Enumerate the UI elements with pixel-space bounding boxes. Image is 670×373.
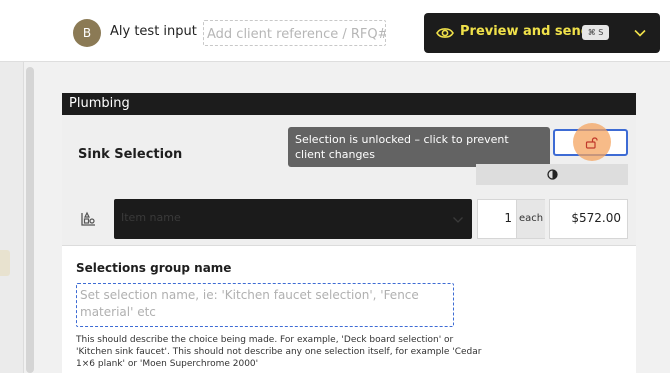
lock-tooltip: Selection is unlocked – click to prevent… bbox=[288, 127, 550, 167]
group-name-input[interactable]: Set selection name, ie: 'Kitchen faucet … bbox=[76, 283, 454, 327]
item-category-icon bbox=[81, 211, 95, 226]
client-name[interactable]: Aly test input bbox=[110, 24, 197, 39]
scrollbar[interactable] bbox=[26, 67, 34, 373]
unit-label: each bbox=[517, 199, 545, 239]
eye-icon bbox=[436, 28, 454, 38]
contrast-toggle[interactable] bbox=[476, 164, 628, 185]
contrast-icon bbox=[547, 169, 558, 180]
shortcut-badge: ⌘ S bbox=[582, 25, 609, 40]
preview-and-send-label: Preview and send bbox=[460, 24, 591, 39]
lock-toggle-button[interactable] bbox=[553, 123, 628, 161]
group-name-help-text: This should describe the choice being ma… bbox=[76, 335, 482, 369]
left-panel bbox=[0, 62, 24, 373]
unlock-icon bbox=[585, 137, 598, 149]
selection-card: Sink Selection ✕ Selection is unlocked –… bbox=[62, 115, 636, 246]
item-name-placeholder: Item name bbox=[121, 211, 181, 224]
chevron-down-icon[interactable] bbox=[633, 27, 647, 39]
quantity-input[interactable]: 1 bbox=[477, 199, 517, 239]
chevron-down-icon bbox=[453, 217, 463, 223]
plumbing-section: Plumbing Sink Selection ✕ Selection is u… bbox=[62, 93, 636, 373]
group-name-label: Selections group name bbox=[76, 261, 232, 275]
selection-name[interactable]: Sink Selection bbox=[78, 147, 182, 162]
price-input[interactable]: $572.00 bbox=[549, 199, 628, 239]
top-header: B Aly test input Preview and send ⌘ S bbox=[0, 0, 670, 62]
section-title: Plumbing bbox=[62, 93, 636, 115]
item-name-select[interactable]: Item name bbox=[114, 199, 472, 239]
preview-and-send-button[interactable]: Preview and send ⌘ S bbox=[424, 13, 660, 53]
client-reference-input[interactable] bbox=[203, 20, 386, 46]
client-avatar[interactable]: B bbox=[73, 19, 101, 47]
left-panel-tab[interactable] bbox=[0, 250, 10, 276]
